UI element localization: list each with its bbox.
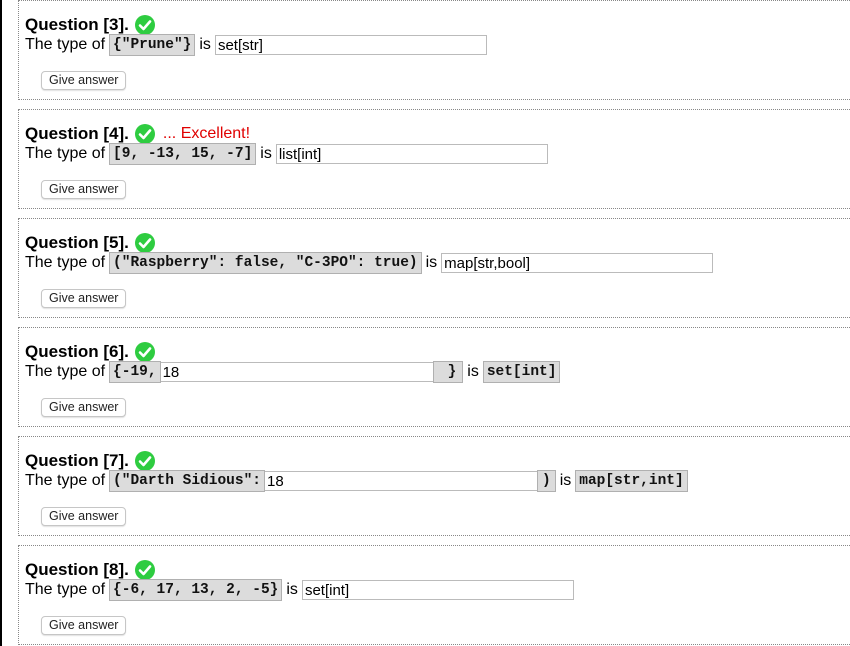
code-expression: [9, -13, 15, -7] (109, 143, 257, 165)
type-expression: set[int] (482, 361, 561, 383)
code-expression-end: ) (536, 470, 556, 492)
check-icon (134, 342, 155, 362)
question-heading: Question [4]. ... Excellent! (25, 124, 250, 144)
question-block-5: Question [5]. The type of ("Raspberry": … (18, 218, 850, 318)
answer-input[interactable] (441, 253, 714, 273)
feedback-text: ... Excellent! (162, 125, 251, 142)
question-is-label: is (467, 363, 479, 380)
give-answer-button[interactable]: Give answer (41, 180, 127, 199)
give-answer-button[interactable]: Give answer (41, 289, 127, 308)
question-title: Question [4]. (25, 124, 129, 143)
type-expression: map[str,int] (575, 470, 688, 492)
check-icon (134, 560, 155, 580)
check-icon (134, 451, 155, 471)
question-block-3: Question [3]. The type of {"Prune"} is G… (18, 0, 850, 100)
question-block-7: Question [7]. The type of ("Darth Sidiou… (18, 436, 850, 536)
code-expression: {-6, 17, 13, 2, -5} (109, 579, 283, 601)
question-line: The type of [9, -13, 15, -7] is (25, 143, 548, 165)
answer-input[interactable] (214, 35, 487, 55)
question-is-label: is (286, 581, 298, 598)
give-answer-button[interactable]: Give answer (41, 71, 127, 90)
question-heading: Question [3]. (25, 15, 155, 35)
give-answer-button[interactable]: Give answer (41, 616, 127, 635)
question-title: Question [7]. (25, 451, 129, 470)
question-line: The type of {-19, } is set[int] (25, 361, 564, 383)
give-answer-button[interactable]: Give answer (41, 507, 127, 526)
question-is-label: is (425, 254, 438, 271)
question-heading: Question [6]. (25, 342, 155, 362)
answer-input[interactable] (264, 471, 537, 491)
question-title: Question [6]. (25, 342, 129, 361)
question-prefix: The type of (25, 36, 106, 53)
question-title: Question [3]. (25, 15, 129, 34)
answer-input[interactable] (301, 580, 574, 600)
code-expression: {"Prune"} (109, 34, 196, 56)
question-heading: Question [8]. (25, 560, 155, 580)
question-is-label: is (559, 472, 572, 489)
give-answer-button[interactable]: Give answer (41, 398, 127, 417)
question-block-6: Question [6]. The type of {-19, } is set… (18, 327, 850, 427)
answer-input[interactable] (275, 144, 548, 164)
question-title: Question [5]. (25, 233, 129, 252)
question-line: The type of ("Darth Sidious": ) is map[s… (25, 470, 692, 492)
code-expression-start: {-19, (109, 361, 161, 383)
check-icon (134, 124, 155, 144)
question-heading: Question [7]. (25, 451, 155, 471)
question-prefix: The type of (25, 581, 106, 598)
question-line: The type of ("Raspberry": false, "C-3PO"… (25, 252, 714, 274)
question-block-4: Question [4]. ... Excellent! The type of… (18, 109, 850, 209)
check-icon (134, 233, 155, 253)
question-is-label: is (199, 36, 211, 53)
answer-input[interactable] (160, 362, 433, 382)
question-is-label: is (260, 145, 272, 162)
question-prefix: The type of (25, 363, 106, 380)
question-block-8: Question [8]. The type of {-6, 17, 13, 2… (18, 545, 850, 645)
question-prefix: The type of (25, 472, 106, 489)
quiz-page: Question [3]. The type of {"Prune"} is G… (0, 0, 850, 646)
code-expression: ("Raspberry": false, "C-3PO": true) (109, 252, 422, 274)
question-title: Question [8]. (25, 560, 129, 579)
question-line: The type of {"Prune"} is (25, 34, 487, 56)
code-expression-end: } (432, 361, 464, 383)
question-prefix: The type of (25, 145, 106, 162)
question-line: The type of {-6, 17, 13, 2, -5} is (25, 579, 574, 601)
code-expression-start: ("Darth Sidious": (109, 470, 265, 492)
check-icon (134, 15, 155, 35)
question-heading: Question [5]. (25, 233, 155, 253)
question-prefix: The type of (25, 254, 106, 271)
